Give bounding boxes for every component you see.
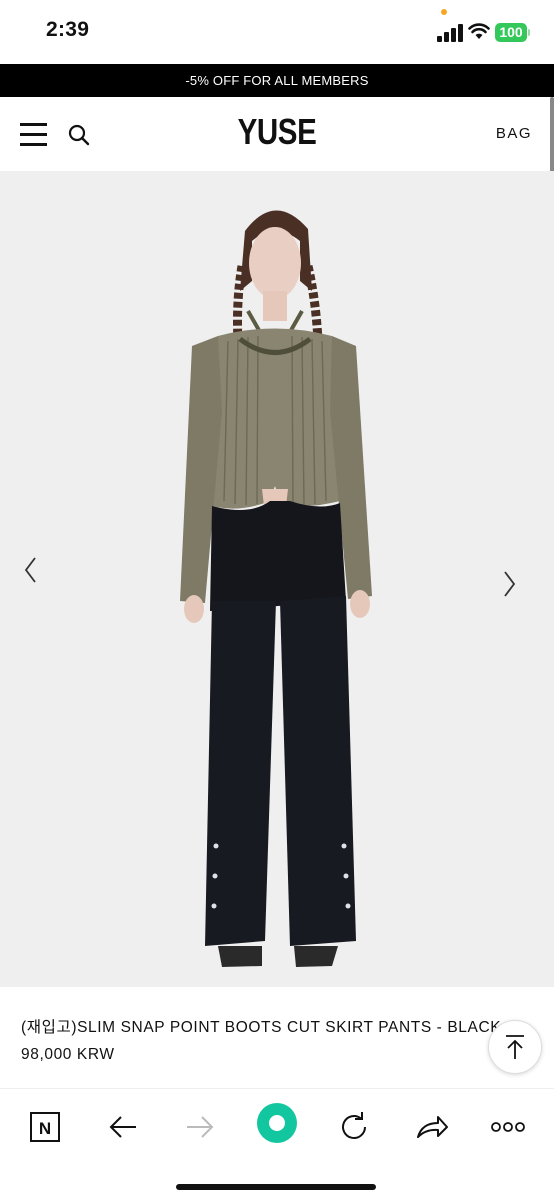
svg-text:N: N [39,1119,51,1138]
more-icon[interactable] [488,1107,528,1147]
hamburger-icon[interactable] [20,123,47,146]
cellular-signal-icon [437,24,464,42]
product-photo [180,210,372,967]
status-bar: 2:39 100 [0,0,554,64]
arrow-up-icon [506,1035,524,1059]
forward-arrow-icon[interactable] [180,1107,220,1147]
product-info: (재입고)SLIM SNAP POINT BOOTS CUT SKIRT PAN… [0,987,554,1087]
back-arrow-icon[interactable] [103,1107,143,1147]
chevron-right-icon[interactable] [496,566,522,602]
battery-nub [528,29,530,36]
naver-icon[interactable]: N [25,1107,65,1147]
green-home-icon[interactable] [255,1101,299,1145]
site-header: YUSE BAG [0,97,554,171]
status-time: 2:39 [46,18,90,41]
battery-indicator: 100 [495,23,527,42]
brand-logo[interactable]: YUSE [50,111,504,153]
promo-banner[interactable]: -5% OFF FOR ALL MEMBERS [0,64,554,97]
share-icon[interactable] [412,1107,452,1147]
product-price: 98,000 KRW [21,1046,115,1063]
home-indicator [176,1184,376,1190]
product-name[interactable]: (재입고)SLIM SNAP POINT BOOTS CUT SKIRT PAN… [21,1015,527,1037]
product-image-carousel[interactable] [0,171,554,987]
wifi-icon [468,23,490,39]
scroll-to-top-button[interactable] [488,1020,542,1074]
chevron-left-icon[interactable] [18,552,44,588]
bag-link[interactable]: BAG [496,125,532,142]
reload-icon[interactable] [334,1107,374,1147]
privacy-indicator-icon [441,9,447,15]
